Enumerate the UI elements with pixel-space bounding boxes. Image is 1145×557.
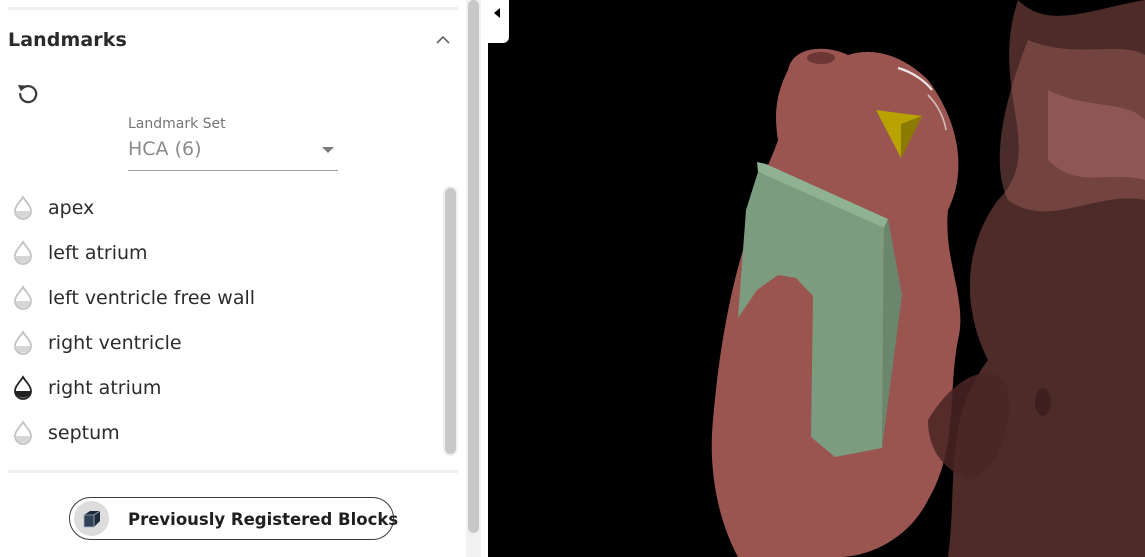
collapse-button[interactable] xyxy=(430,28,456,52)
landmark-set-value: HCA (6) xyxy=(128,138,202,160)
list-scrollbar-thumb[interactable] xyxy=(445,188,456,454)
panel-toggle-button[interactable] xyxy=(488,0,509,43)
landmark-label: apex xyxy=(48,197,95,219)
landmark-item-left-atrium[interactable]: left atrium xyxy=(0,233,440,273)
drop-outline-icon xyxy=(14,195,32,220)
landmarks-panel: Landmarks Landmark Set HCA (6) apex left… xyxy=(0,0,466,557)
panel-scrollbar-thumb[interactable] xyxy=(468,0,479,533)
drop-outline-icon xyxy=(14,330,32,355)
panel-gutter xyxy=(481,0,488,557)
previously-registered-blocks-button[interactable]: Previously Registered Blocks xyxy=(69,497,398,540)
chevron-left-icon xyxy=(494,8,500,18)
landmark-label: right ventricle xyxy=(48,332,182,354)
landmark-item-right-atrium[interactable]: right atrium xyxy=(0,368,440,408)
drop-filled-icon xyxy=(14,375,32,400)
blocks-button-label: Previously Registered Blocks xyxy=(128,510,399,529)
landmark-label: left atrium xyxy=(48,242,148,264)
landmark-item-septum[interactable]: septum xyxy=(0,413,440,453)
landmark-label: septum xyxy=(48,422,120,444)
drop-outline-icon xyxy=(14,240,32,265)
3d-viewport[interactable] xyxy=(488,0,1145,557)
select-underline xyxy=(128,170,338,171)
landmark-list: apex left atrium left ventricle free wal… xyxy=(0,186,440,456)
landmark-set-label: Landmark Set xyxy=(128,116,226,132)
dropdown-arrow-icon xyxy=(322,147,334,153)
landmark-item-left-ventricle-free-wall[interactable]: left ventricle free wall xyxy=(0,278,440,318)
reset-button[interactable] xyxy=(13,78,43,108)
cube-icon-badge xyxy=(74,501,109,536)
landmark-label: right atrium xyxy=(48,377,162,399)
landmark-label: left ventricle free wall xyxy=(48,287,256,309)
landmark-item-apex[interactable]: apex xyxy=(0,188,440,228)
landmark-item-right-ventricle[interactable]: right ventricle xyxy=(0,323,440,363)
reset-icon xyxy=(18,85,38,104)
section-title: Landmarks xyxy=(8,29,127,51)
drop-outline-icon xyxy=(14,285,32,310)
chevron-up-icon xyxy=(436,35,450,44)
3d-scene[interactable] xyxy=(488,0,1145,557)
bottom-divider xyxy=(8,470,458,473)
landmark-set-select[interactable]: Landmark Set HCA (6) xyxy=(128,116,338,171)
top-divider xyxy=(8,7,458,10)
cube-icon xyxy=(83,510,101,528)
drop-outline-icon xyxy=(14,420,32,445)
